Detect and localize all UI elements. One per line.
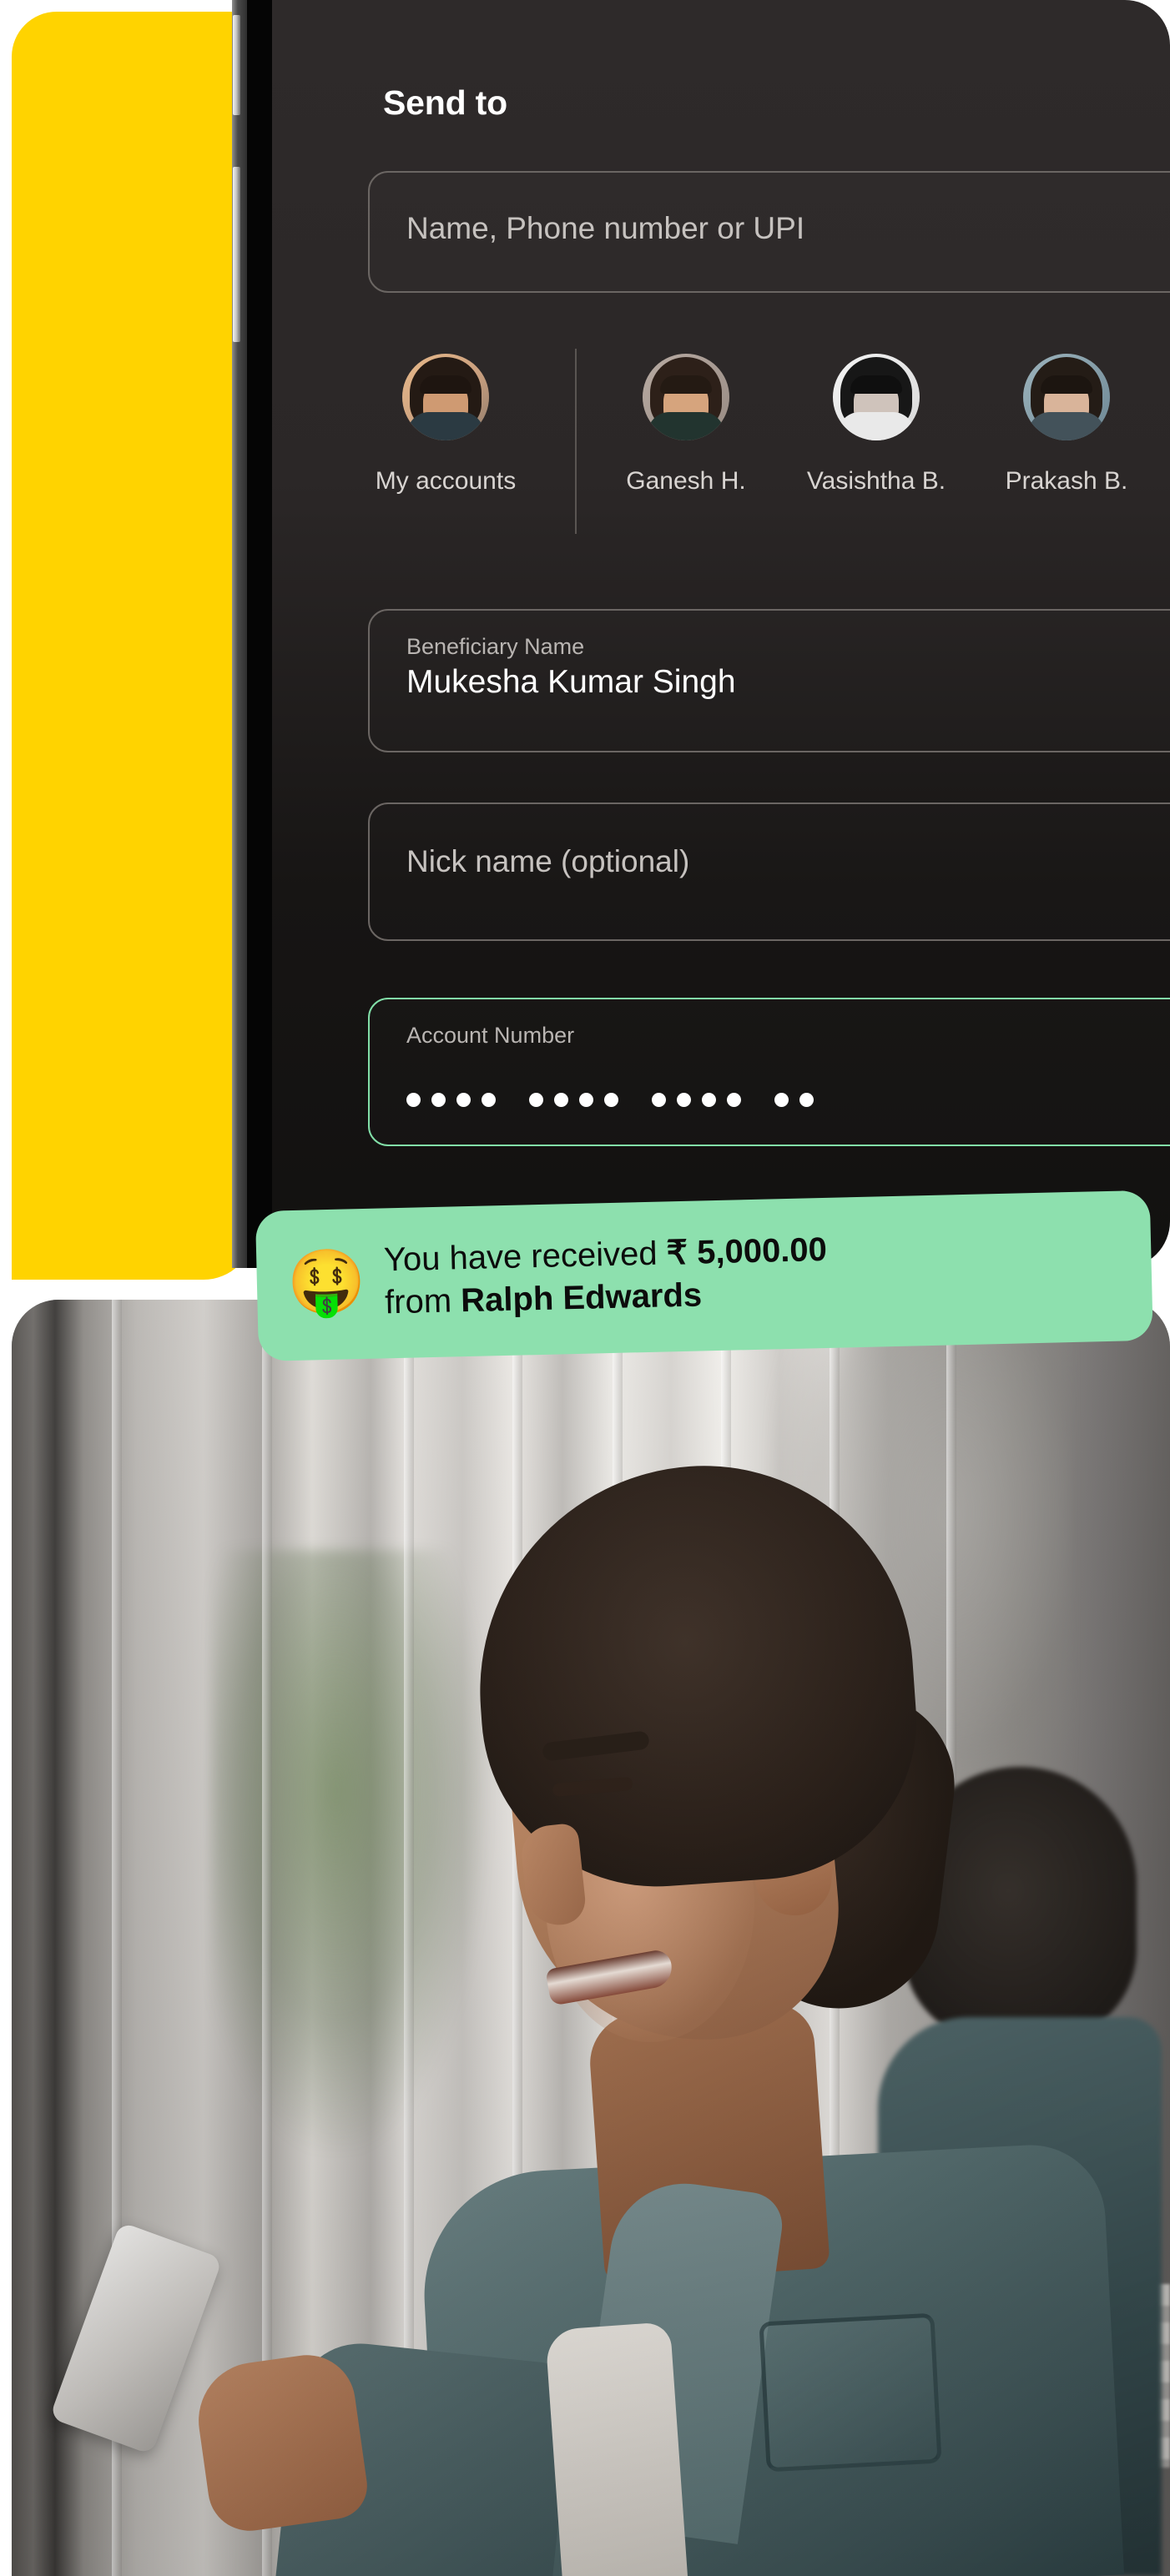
- beneficiary-name-field[interactable]: Beneficiary Name Mukesha Kumar Singh: [368, 609, 1170, 752]
- contact-vasishtha-b[interactable]: Vasishtha B.: [799, 342, 954, 496]
- phone-bezel: [247, 0, 272, 1268]
- beneficiary-name-value: Mukesha Kumar Singh: [406, 664, 736, 700]
- contact-ganesh-h[interactable]: Ganesh H.: [608, 342, 764, 496]
- contacts-strip[interactable]: My accounts Ganesh H. Vasishtha B. Praka…: [368, 342, 1170, 546]
- contact-label: Prakash B.: [1005, 467, 1128, 495]
- contact-label: My accounts: [375, 467, 517, 495]
- avatar-vasishtha-b: [833, 354, 920, 440]
- contact-label: Vasishtha B.: [806, 467, 946, 495]
- contacts-divider: [575, 349, 577, 534]
- recipient-search-input[interactable]: Name, Phone number or UPI: [368, 171, 1170, 293]
- avatar-prakash-b: [1023, 354, 1110, 440]
- money-mouth-face-icon: 🤑: [285, 1245, 367, 1320]
- contact-my-accounts[interactable]: My accounts: [368, 342, 523, 496]
- mask-group: [774, 1093, 814, 1107]
- phone-mute-button[interactable]: [233, 15, 240, 115]
- photo-color-grade: [12, 1300, 1170, 2576]
- toast-line1-prefix: You have received: [383, 1235, 668, 1279]
- contact-prakash-b[interactable]: Prakash B.: [989, 342, 1144, 496]
- yellow-accent-card: [12, 12, 254, 1280]
- avatar-my-accounts: [402, 354, 489, 440]
- toast-message: You have received ₹ 5,000.00 from Ralph …: [383, 1229, 828, 1325]
- nickname-field[interactable]: Nick name (optional): [368, 802, 1170, 941]
- toast-sender: Ralph Edwards: [460, 1276, 703, 1320]
- page-root: Send to Name, Phone number or UPI My acc…: [0, 0, 1170, 2576]
- phone-volume-button[interactable]: [233, 167, 240, 342]
- toast-line2-prefix: from: [384, 1282, 461, 1321]
- hero-photo: [12, 1300, 1170, 2576]
- phone-device-frame: Send to Name, Phone number or UPI My acc…: [232, 0, 1170, 1268]
- contact-label: Ganesh H.: [626, 467, 746, 495]
- account-number-label: Account Number: [406, 1023, 575, 1048]
- received-money-toast[interactable]: 🤑 You have received ₹ 5,000.00 from Ralp…: [255, 1190, 1153, 1361]
- mask-group: [652, 1093, 741, 1107]
- page-title: Send to: [383, 83, 507, 122]
- search-input-placeholder: Name, Phone number or UPI: [406, 211, 805, 245]
- toast-amount: ₹ 5,000.00: [666, 1230, 828, 1272]
- account-number-field[interactable]: Account Number: [368, 998, 1170, 1146]
- app-screen: Send to Name, Phone number or UPI My acc…: [272, 0, 1170, 1268]
- account-number-masked-value: [406, 1093, 814, 1107]
- avatar-ganesh-h: [643, 354, 729, 440]
- mask-group: [529, 1093, 618, 1107]
- beneficiary-name-label: Beneficiary Name: [406, 634, 585, 659]
- mask-group: [406, 1093, 496, 1107]
- phone-side-rail: [232, 0, 247, 1268]
- nickname-placeholder: Nick name (optional): [406, 844, 690, 878]
